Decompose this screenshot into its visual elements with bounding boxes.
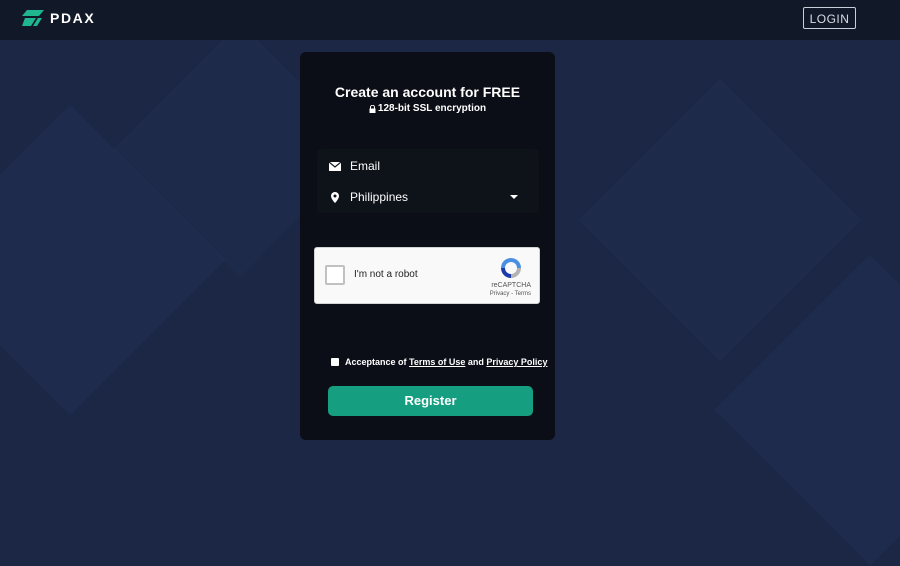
lock-icon [369,104,376,113]
recaptcha-widget: I'm not a robot reCAPTCHA Privacy - Term… [314,247,540,304]
form-title: Create an account for FREE [334,84,521,100]
terms-of-use-link[interactable]: Terms of Use [409,357,465,367]
caret-down-icon [510,195,518,199]
login-button[interactable]: LOGIN [803,7,856,29]
terms-prefix: Acceptance of [345,357,410,367]
captcha-brand: reCAPTCHA [491,282,531,289]
envelope-icon [329,161,341,171]
country-value: Philippines [350,190,409,204]
ssl-text: 128-bit SSL encryption [377,103,487,114]
terms-checkbox[interactable] [331,358,339,366]
country-select[interactable]: Philippines [317,182,539,212]
email-placeholder: Email [350,159,381,173]
terms-and: and [465,357,487,367]
top-navbar: PDAX LOGIN [0,0,900,40]
form-subtitle: 128-bit SSL encryption [300,103,555,114]
email-field[interactable]: Email [317,151,539,181]
register-button[interactable]: Register [328,386,533,416]
recaptcha-icon [501,258,521,278]
pdax-logo-icon [22,10,44,26]
privacy-policy-link[interactable]: Privacy Policy [486,357,547,367]
signup-fields: Email Philippines [317,149,539,213]
signup-card: Create an account for FREE 128-bit SSL e… [300,52,555,440]
terms-acceptance: Acceptance of Terms of Use and Privacy P… [331,357,547,367]
map-pin-icon [331,191,339,203]
captcha-privacy-link[interactable]: Privacy [490,291,510,297]
brand-name: PDAX [50,10,96,26]
captcha-terms-link[interactable]: Terms [515,291,531,297]
captcha-links: Privacy - Terms [315,291,531,297]
captcha-label: I'm not a robot [354,269,418,280]
brand-logo[interactable]: PDAX [22,10,95,26]
